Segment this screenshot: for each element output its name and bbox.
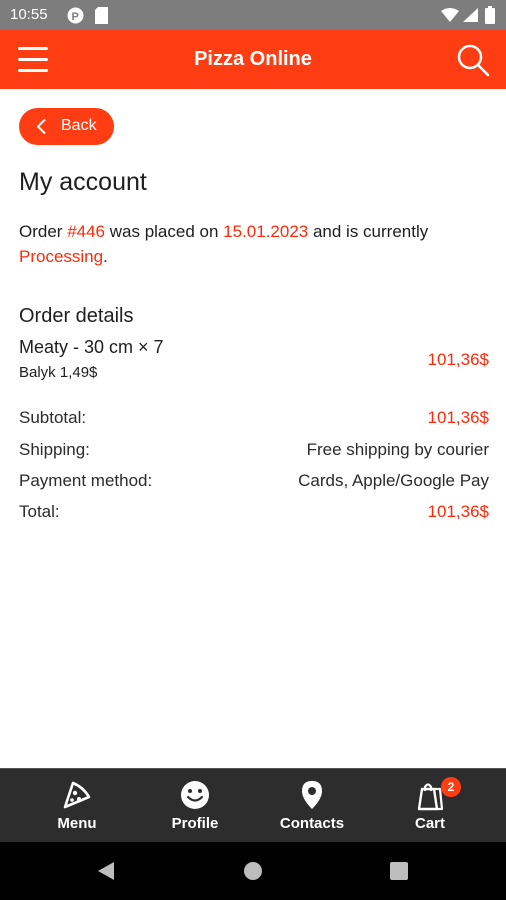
app-bar: Pizza Online <box>0 30 506 89</box>
nav-item-menu[interactable]: Menu <box>17 769 137 843</box>
map-pin-icon <box>302 781 322 809</box>
recents-square-icon[interactable] <box>390 862 408 880</box>
wifi-icon <box>441 8 459 22</box>
page-title: My account <box>19 168 147 196</box>
status-time: 10:55 <box>10 6 48 23</box>
notification-icon: P <box>67 7 84 24</box>
nav-label: Cart <box>414 815 445 832</box>
nav-item-contacts[interactable]: Contacts <box>252 769 372 843</box>
pizza-slice-icon <box>63 781 91 809</box>
order-item-extra: Balyk 1,49$ <box>19 364 98 381</box>
summary-value: 101,36$ <box>427 408 489 427</box>
summary-row-total: Total: 101,36$ <box>19 502 489 526</box>
cart-badge: 2 <box>441 777 461 797</box>
order-status: Processing <box>19 247 104 266</box>
app-title: Pizza Online <box>194 48 312 70</box>
summary-label: Subtotal: <box>19 408 87 427</box>
back-button-label: Back <box>61 117 97 134</box>
sd-card-icon <box>95 7 108 24</box>
order-item-price: 101,36$ <box>427 350 489 369</box>
order-prefix: Order <box>19 222 68 241</box>
summary-label: Total: <box>19 502 60 521</box>
smiley-icon <box>181 781 209 809</box>
battery-icon <box>485 6 495 24</box>
summary-label: Payment method: <box>19 471 153 490</box>
nav-label: Menu <box>57 815 97 832</box>
bottom-nav: Menu Profile Contacts 2 Cart <box>0 768 506 842</box>
back-button[interactable]: Back <box>19 108 114 145</box>
status-bar: 10:55 P <box>0 0 506 30</box>
order-date: 15.01.2023 <box>223 222 309 241</box>
summary-label: Shipping: <box>19 440 90 459</box>
nav-label: Contacts <box>279 815 345 832</box>
order-status-text: Order #446 was placed on 15.01.2023 and … <box>19 219 489 269</box>
summary-row-payment: Payment method: Cards, Apple/Google Pay <box>19 471 489 495</box>
nav-label: Profile <box>171 815 219 832</box>
order-current-text: and is currently <box>308 222 429 241</box>
order-placed-text: was placed on <box>105 222 224 241</box>
home-circle-icon[interactable] <box>243 861 263 881</box>
order-end: . <box>103 247 108 266</box>
search-icon[interactable] <box>456 43 490 77</box>
order-number-link[interactable]: #446 <box>67 222 105 241</box>
order-details-title: Order details <box>19 305 134 327</box>
summary-row-shipping: Shipping: Free shipping by courier <box>19 440 489 464</box>
signal-icon <box>463 8 478 22</box>
summary-value: 101,36$ <box>427 502 489 521</box>
summary-row-subtotal: Subtotal: 101,36$ <box>19 408 489 432</box>
back-triangle-icon[interactable] <box>96 861 116 881</box>
nav-item-profile[interactable]: Profile <box>135 769 255 843</box>
svg-text:P: P <box>72 11 79 23</box>
system-nav-bar <box>0 842 506 900</box>
summary-value: Cards, Apple/Google Pay <box>298 471 489 490</box>
nav-item-cart[interactable]: 2 Cart <box>370 769 490 843</box>
order-item-name: Meaty - 30 cm × 7 <box>19 337 164 357</box>
chevron-left-icon <box>36 118 46 135</box>
summary-value: Free shipping by courier <box>306 440 489 459</box>
